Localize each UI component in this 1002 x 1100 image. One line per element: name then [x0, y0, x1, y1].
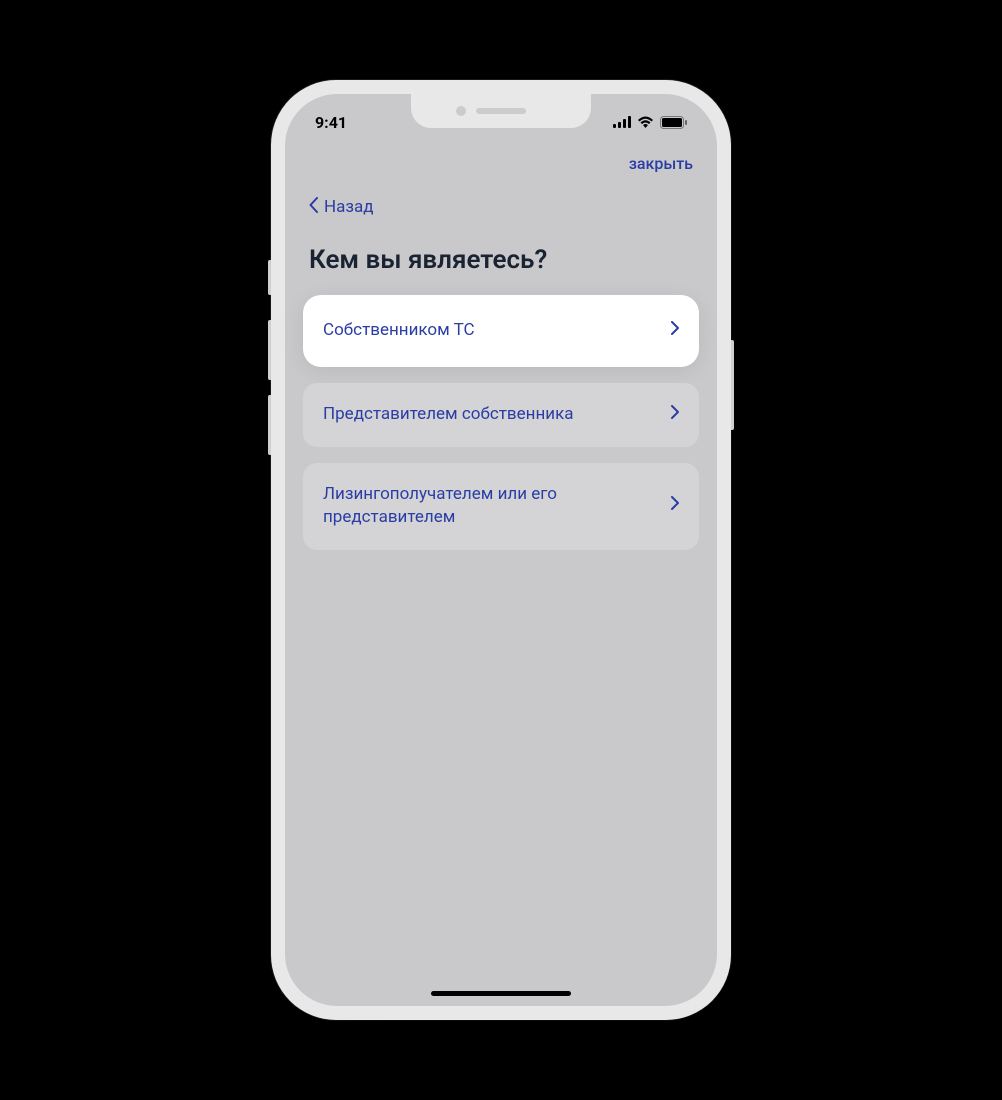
status-indicators — [613, 116, 687, 129]
chevron-right-icon — [671, 319, 679, 343]
back-button[interactable]: Назад — [285, 173, 717, 217]
screen: 9:41 — [285, 94, 717, 1006]
option-label: Собственником ТС — [323, 319, 671, 343]
option-owner-representative[interactable]: Представителем собственника — [303, 383, 699, 447]
option-owner[interactable]: Собственником ТС — [303, 295, 699, 367]
option-label: Лизингополучателем или его представителе… — [323, 483, 671, 531]
phone-frame: 9:41 — [271, 80, 731, 1020]
chevron-right-icon — [671, 403, 679, 427]
notch — [411, 94, 591, 128]
chevron-right-icon — [671, 494, 679, 518]
cellular-signal-icon — [613, 116, 631, 128]
modal-header: закрыть — [285, 142, 717, 173]
phone-power-button — [731, 340, 734, 430]
options-list: Собственником ТС Представителем собствен… — [285, 295, 717, 550]
phone-mute-switch — [268, 260, 271, 295]
chevron-left-icon — [309, 197, 318, 217]
battery-icon — [660, 116, 687, 129]
close-button[interactable]: закрыть — [629, 154, 693, 173]
status-time: 9:41 — [315, 113, 347, 132]
front-camera — [456, 106, 466, 116]
phone-volume-down — [268, 395, 271, 455]
option-label: Представителем собственника — [323, 403, 671, 427]
page-title: Кем вы являетесь? — [285, 217, 717, 295]
speaker — [476, 108, 526, 114]
phone-volume-up — [268, 320, 271, 380]
home-indicator[interactable] — [431, 991, 571, 996]
option-lessee[interactable]: Лизингополучателем или его представителе… — [303, 463, 699, 551]
wifi-icon — [637, 116, 654, 128]
back-label: Назад — [324, 197, 374, 217]
